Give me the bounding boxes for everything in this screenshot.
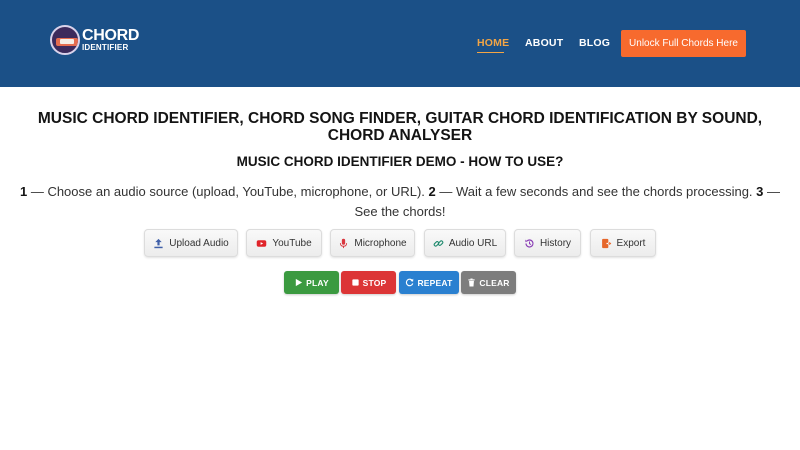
audio-url-button[interactable]: Audio URL xyxy=(424,229,506,257)
youtube-icon xyxy=(257,239,267,247)
audio-url-label: Audio URL xyxy=(448,237,498,249)
page-subtitle: MUSIC CHORD IDENTIFIER DEMO - HOW TO USE… xyxy=(236,154,564,169)
upload-audio-label: Upload Audio xyxy=(169,237,229,249)
logo-badge-icon xyxy=(50,25,80,55)
nav-active-underline xyxy=(477,52,504,53)
stop-icon xyxy=(351,279,359,286)
export-button[interactable]: Export xyxy=(590,229,656,257)
step-2-text: — Wait a few seconds and see the chords … xyxy=(439,184,753,199)
site-header: CHORD IDENTIFIER HOME ABOUT BLOG Unlock … xyxy=(0,0,800,87)
repeat-button[interactable]: REPEAT xyxy=(399,271,459,294)
microphone-icon xyxy=(340,238,348,248)
logo-text: CHORD IDENTIFIER xyxy=(82,27,140,53)
nav-blog[interactable]: BLOG xyxy=(579,37,610,49)
unlock-full-chords-button[interactable]: Unlock Full Chords Here xyxy=(621,30,746,57)
microphone-button[interactable]: Microphone xyxy=(330,229,415,257)
clear-button[interactable]: CLEAR xyxy=(461,271,516,294)
history-label: History xyxy=(539,237,572,249)
youtube-button[interactable]: YouTube xyxy=(246,229,322,257)
history-button[interactable]: History xyxy=(514,229,581,257)
step-2-number: 2 xyxy=(428,184,436,199)
play-label: PLAY xyxy=(306,277,329,288)
instructions: 1 — Choose an audio source (upload, YouT… xyxy=(14,182,786,222)
link-icon xyxy=(433,239,444,247)
step-1-text: — Choose an audio source (upload, YouTub… xyxy=(30,184,425,199)
logo-line1: CHORD xyxy=(82,27,140,44)
export-label: Export xyxy=(616,237,646,249)
step-3-number: 3 xyxy=(756,184,764,199)
play-icon xyxy=(295,278,303,287)
nav-about[interactable]: ABOUT xyxy=(525,37,563,49)
repeat-label: REPEAT xyxy=(417,277,453,288)
history-icon xyxy=(525,238,534,248)
upload-audio-button[interactable]: Upload Audio xyxy=(144,229,238,257)
step-1-number: 1 xyxy=(19,184,28,199)
nav-home[interactable]: HOME xyxy=(477,37,509,49)
trash-icon xyxy=(468,278,476,287)
export-icon xyxy=(601,238,612,248)
logo-line2: IDENTIFIER xyxy=(82,43,129,52)
page-title: MUSIC CHORD IDENTIFIER, CHORD SONG FINDE… xyxy=(37,110,763,144)
youtube-label: YouTube xyxy=(272,237,312,249)
upload-icon xyxy=(154,238,163,248)
repeat-icon xyxy=(406,278,414,287)
site-logo[interactable]: CHORD IDENTIFIER xyxy=(50,25,150,57)
microphone-label: Microphone xyxy=(354,237,407,249)
play-button[interactable]: PLAY xyxy=(284,271,339,294)
clear-label: CLEAR xyxy=(479,277,510,288)
stop-button[interactable]: STOP xyxy=(341,271,396,294)
stop-label: STOP xyxy=(362,277,387,288)
